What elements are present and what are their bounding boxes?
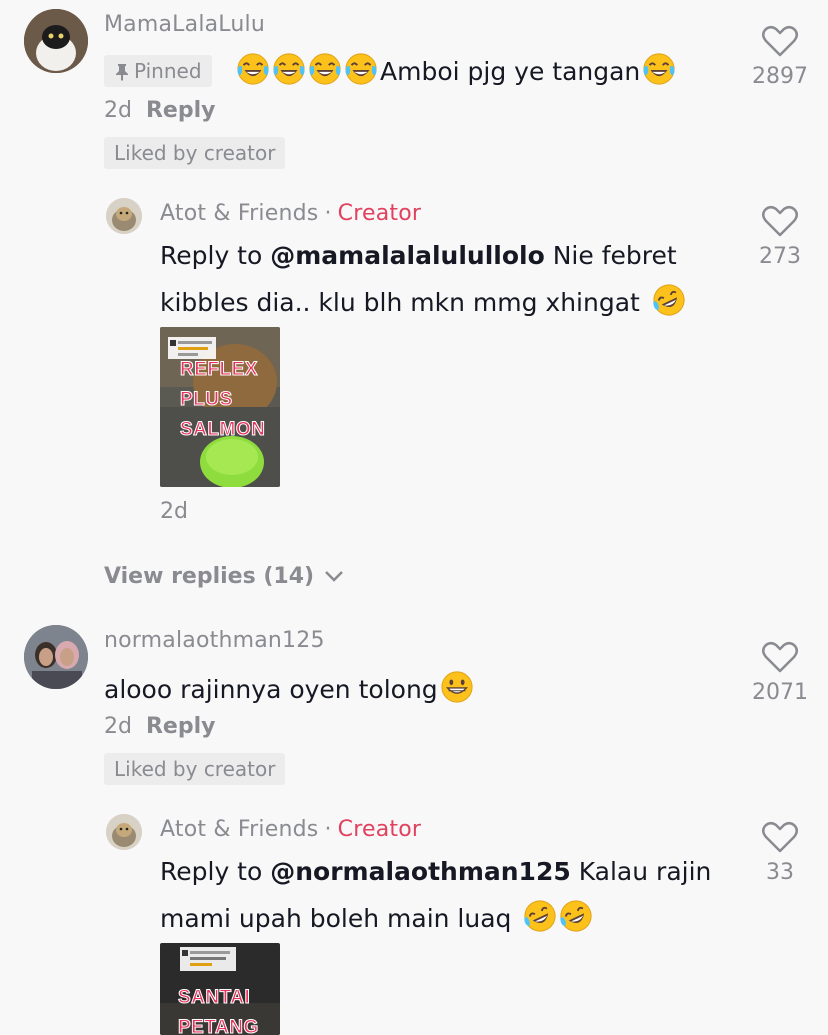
heart-icon[interactable] xyxy=(761,204,799,238)
rolling-laughing-emoji xyxy=(523,899,557,933)
reply-button[interactable]: Reply xyxy=(146,98,216,123)
liked-by-creator-badge: Liked by creator xyxy=(104,137,286,169)
avatar-cat-image xyxy=(24,9,88,73)
pinned-label: Pinned xyxy=(134,59,202,83)
avatar-cat-image xyxy=(106,814,142,850)
video-reply-thumbnail[interactable]: SANTAI PETANG xyxy=(160,943,280,1035)
like-count: 2897 xyxy=(752,64,808,89)
liked-by-creator-badge: Liked by creator xyxy=(104,753,286,785)
reply-username-text: Atot & Friends xyxy=(160,817,319,842)
reply-prefix: Reply to xyxy=(160,857,263,886)
like-count: 2071 xyxy=(752,680,808,705)
reply-text-line1: Reply to @mamalalalulullolo Nie febret xyxy=(160,241,677,270)
comment-meta: 2d Reply xyxy=(104,98,215,123)
comment-meta: 2d Reply xyxy=(104,714,215,739)
reply-text-line2: mami upah boleh main luaq xyxy=(160,899,595,933)
reply-prefix: Reply to xyxy=(160,241,263,270)
tears-of-joy-emoji xyxy=(308,52,342,86)
comment-text-body: Amboi pjg ye tangan xyxy=(380,57,641,86)
separator-dot: · xyxy=(324,201,332,226)
reply-text-part2: mami upah boleh main luaq xyxy=(160,904,512,933)
reply-text-line1: Reply to @normalaothman125 Kalau rajin xyxy=(160,857,711,886)
reply-username-text: Atot & Friends xyxy=(160,201,319,226)
thumbnail-caption-line: REFLEX xyxy=(180,359,258,381)
comment-time: 2d xyxy=(104,98,132,123)
thumbnail-caption-line: PETANG xyxy=(178,1017,259,1035)
separator-dot: · xyxy=(324,817,332,842)
avatar[interactable] xyxy=(24,625,88,689)
reply-username[interactable]: Atot & Friends · Creator xyxy=(160,201,421,226)
reply-text-line2: kibbles dia.. klu blh mkn mmg xhingat xyxy=(160,283,688,317)
pinned-badge: Pinned xyxy=(104,55,212,87)
like-count: 33 xyxy=(766,860,794,885)
comment-text-body: alooo rajinnya oyen tolong xyxy=(104,675,438,704)
creator-badge: Creator xyxy=(337,817,422,842)
heart-icon[interactable] xyxy=(761,24,799,58)
comment-time: 2d xyxy=(104,714,132,739)
rolling-laughing-emoji xyxy=(652,283,686,317)
chevron-down-icon xyxy=(324,571,343,582)
comment-username[interactable]: MamaLalaLulu xyxy=(104,12,265,37)
reply-button[interactable]: Reply xyxy=(146,714,216,739)
tears-of-joy-emoji xyxy=(642,52,676,86)
avatar-cat-image xyxy=(106,198,142,234)
creator-avatar[interactable] xyxy=(106,198,142,234)
tears-of-joy-emoji xyxy=(236,52,270,86)
reply-text-part2: kibbles dia.. klu blh mkn mmg xhingat xyxy=(160,288,640,317)
view-replies-button[interactable]: View replies (14) xyxy=(104,564,344,589)
like-count: 273 xyxy=(759,244,801,269)
creator-badge: Creator xyxy=(337,201,422,226)
comment-text: alooo rajinnya oyen tolong xyxy=(104,670,476,704)
comment-username[interactable]: normalaothman125 xyxy=(104,628,325,653)
reply-text-part1: Nie febret xyxy=(552,241,677,270)
mention-link[interactable]: @mamalalalulullolo xyxy=(270,241,545,270)
heart-icon[interactable] xyxy=(761,820,799,854)
reply-time: 2d xyxy=(160,499,188,524)
reply-username[interactable]: Atot & Friends · Creator xyxy=(160,817,421,842)
thumbnail-caption-line: SANTAI xyxy=(177,987,251,1009)
rolling-laughing-emoji xyxy=(559,899,593,933)
thumbnail-caption-line: SALMON xyxy=(179,419,266,441)
creator-avatar[interactable] xyxy=(106,814,142,850)
tears-of-joy-emoji xyxy=(272,52,306,86)
video-reply-thumbnail[interactable]: REFLEX PLUS SALMON xyxy=(160,327,280,487)
avatar[interactable] xyxy=(24,9,88,73)
view-replies-label: View replies (14) xyxy=(104,564,315,589)
avatar-photo xyxy=(24,625,88,689)
tears-of-joy-emoji xyxy=(344,52,378,86)
reply-text-part1: Kalau rajin xyxy=(578,857,712,886)
thumbnail-caption-line: PLUS xyxy=(180,389,233,411)
comment-text: Amboi pjg ye tangan xyxy=(236,52,678,86)
mention-link[interactable]: @normalaothman125 xyxy=(270,857,571,886)
pin-icon xyxy=(116,64,128,81)
grinning-emoji xyxy=(440,670,474,704)
heart-icon[interactable] xyxy=(761,640,799,674)
